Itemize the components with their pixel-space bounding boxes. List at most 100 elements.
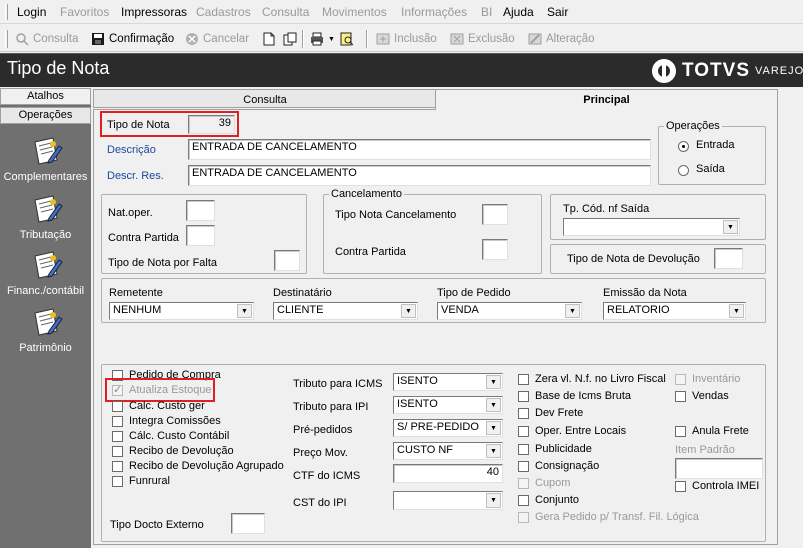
- sidebar-item-complementares[interactable]: Complementares: [0, 134, 91, 183]
- item-padrao-field[interactable]: [675, 458, 763, 479]
- publicidade-checkbox[interactable]: [518, 444, 529, 455]
- vendas-checkbox[interactable]: [675, 391, 686, 402]
- calc-custo-ger-checkbox[interactable]: [112, 401, 123, 412]
- tipo-nota-falta-field[interactable]: [274, 250, 300, 271]
- toolbar: Consulta Confirmação Cancelar ▼ Inclusão…: [0, 25, 803, 52]
- exclusao-button[interactable]: Exclusão: [450, 30, 515, 48]
- recibo-devolucao-checkbox[interactable]: [112, 446, 123, 457]
- chevron-down-icon[interactable]: ▼: [565, 304, 580, 318]
- sidebar-item-financ-contabil[interactable]: Financ./contábil: [0, 248, 91, 297]
- chevron-down-icon[interactable]: ▼: [237, 304, 252, 318]
- print-dropdown-icon[interactable]: ▼: [328, 36, 335, 43]
- cupom-checkbox[interactable]: [518, 478, 529, 489]
- tipo-docto-externo-field[interactable]: [231, 513, 265, 534]
- menu-sair[interactable]: Sair: [547, 5, 568, 19]
- gera-pedido-checkbox[interactable]: [518, 512, 529, 523]
- inventario-label: Inventário: [692, 373, 741, 385]
- emissao-value: RELATORIO: [607, 304, 670, 316]
- zera-vl-nf-checkbox[interactable]: [518, 374, 529, 385]
- descricao-field[interactable]: ENTRADA DE CANCELAMENTO: [188, 139, 651, 160]
- tipo-nota-devolucao-field[interactable]: [714, 248, 743, 269]
- alteracao-button[interactable]: Alteração: [528, 30, 595, 48]
- menu-consulta[interactable]: Consulta: [262, 5, 309, 19]
- menu-cadastros[interactable]: Cadastros: [196, 5, 251, 19]
- controla-imei-checkbox[interactable]: [675, 481, 686, 492]
- menu-bi[interactable]: BI: [481, 5, 492, 19]
- menu-login[interactable]: Login: [17, 5, 46, 19]
- inclusao-button[interactable]: Inclusão: [376, 30, 437, 48]
- sidebar-item-tributacao[interactable]: Tributação: [0, 192, 91, 241]
- recibo-devolucao-agrupado-checkbox[interactable]: [112, 461, 123, 472]
- copy-button[interactable]: [283, 30, 301, 48]
- oper-entre-locais-checkbox[interactable]: [518, 426, 529, 437]
- calc-custo-contabil-checkbox[interactable]: [112, 431, 123, 442]
- tipo-pedido-select[interactable]: VENDA ▼: [437, 302, 582, 320]
- tributo-icms-label: Tributo para ICMS: [293, 378, 383, 390]
- chevron-down-icon[interactable]: ▼: [486, 375, 501, 389]
- options-group: Pedido de Compra Atualiza Estoque Calc. …: [101, 364, 766, 542]
- new-document-button[interactable]: [262, 30, 280, 48]
- menu-impressoras[interactable]: Impressoras: [121, 5, 187, 19]
- tab-consulta[interactable]: Consulta: [93, 89, 437, 108]
- descr-res-field[interactable]: ENTRADA DE CANCELAMENTO: [188, 165, 651, 186]
- tributo-icms-select[interactable]: ISENTO ▼: [393, 373, 503, 391]
- sidebar-tab-operacoes[interactable]: Operações: [0, 107, 91, 124]
- remetente-select[interactable]: NENHUM ▼: [109, 302, 254, 320]
- tipo-pedido-label: Tipo de Pedido: [437, 287, 511, 299]
- pre-pedidos-select[interactable]: S/ PRE-PEDIDO ▼: [393, 419, 503, 437]
- base-icms-bruta-label: Base de Icms Bruta: [535, 390, 631, 402]
- cancelamento-group: Cancelamento Tipo Nota Cancelamento Cont…: [323, 188, 542, 274]
- dev-frete-checkbox[interactable]: [518, 408, 529, 419]
- consignacao-checkbox[interactable]: [518, 461, 529, 472]
- consulta-button[interactable]: Consulta: [15, 30, 78, 48]
- nat-oper-field[interactable]: [186, 200, 215, 221]
- destinatario-select[interactable]: CLIENTE ▼: [273, 302, 418, 320]
- funrural-checkbox[interactable]: [112, 476, 123, 487]
- vendas-label: Vendas: [692, 390, 729, 402]
- menu-informacoes[interactable]: Informações: [401, 5, 467, 19]
- ctf-icms-field[interactable]: 40: [393, 464, 503, 483]
- entrada-radio[interactable]: [678, 141, 689, 152]
- remetente-label: Remetente: [109, 287, 163, 299]
- integra-comissoes-checkbox[interactable]: [112, 416, 123, 427]
- chevron-down-icon[interactable]: ▼: [729, 304, 744, 318]
- contra-partida-field[interactable]: [186, 225, 215, 246]
- preview-button[interactable]: [340, 30, 358, 48]
- zera-vl-nf-label: Zera vl. N.f. no Livro Fiscal: [535, 373, 666, 385]
- menu-favoritos[interactable]: Favoritos: [60, 5, 109, 19]
- cancelar-button[interactable]: Cancelar: [185, 30, 249, 48]
- chevron-down-icon[interactable]: ▼: [723, 220, 738, 234]
- saida-radio[interactable]: [678, 165, 689, 176]
- anula-frete-checkbox[interactable]: [675, 426, 686, 437]
- toolbar-separator: [366, 30, 368, 48]
- inventario-checkbox[interactable]: [675, 374, 686, 385]
- menu-ajuda[interactable]: Ajuda: [503, 5, 534, 19]
- print-button[interactable]: ▼: [310, 30, 335, 48]
- cst-ipi-select[interactable]: ▼: [393, 491, 503, 510]
- emissao-select[interactable]: RELATORIO ▼: [603, 302, 746, 320]
- sidebar-item-label: Financ./contábil: [6, 285, 85, 297]
- sidebar-item-label: Patrimônio: [19, 342, 72, 354]
- chevron-down-icon[interactable]: ▼: [486, 421, 501, 435]
- chevron-down-icon[interactable]: ▼: [401, 304, 416, 318]
- menu-movimentos[interactable]: Movimentos: [322, 5, 387, 19]
- cancel-contra-partida-field[interactable]: [482, 239, 508, 260]
- entrada-label: Entrada: [696, 139, 735, 151]
- chevron-down-icon[interactable]: ▼: [486, 398, 501, 412]
- consignacao-label: Consignação: [535, 460, 600, 472]
- confirmacao-button[interactable]: Confirmação: [91, 30, 174, 48]
- main-area: Consulta Principal Tipo de Nota 39 Descr…: [91, 88, 803, 548]
- preco-mov-select[interactable]: CUSTO NF ▼: [393, 442, 503, 460]
- tipo-nota-cancel-field[interactable]: [482, 204, 508, 225]
- tp-cod-nf-saida-select[interactable]: ▼: [563, 218, 740, 236]
- conjunto-checkbox[interactable]: [518, 495, 529, 506]
- print-preview-icon: [340, 32, 354, 46]
- sidebar-tab-atalhos[interactable]: Atalhos: [0, 88, 91, 105]
- sidebar-item-patrimonio[interactable]: Patrimônio: [0, 305, 91, 354]
- chevron-down-icon[interactable]: ▼: [486, 444, 501, 458]
- tab-principal[interactable]: Principal: [435, 89, 778, 110]
- base-icms-bruta-checkbox[interactable]: [518, 391, 529, 402]
- chevron-down-icon[interactable]: ▼: [486, 493, 501, 508]
- toolbar-grip: [5, 30, 8, 48]
- tributo-ipi-select[interactable]: ISENTO ▼: [393, 396, 503, 414]
